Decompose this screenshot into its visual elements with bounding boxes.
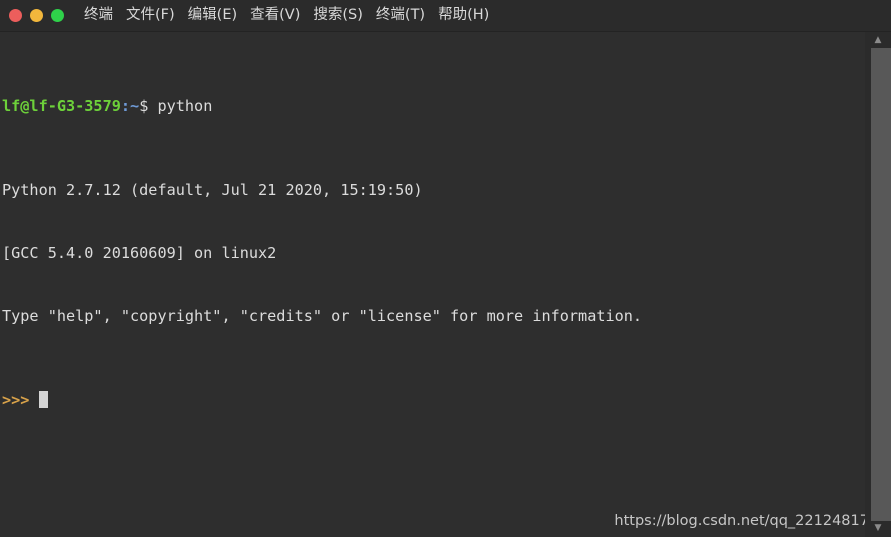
menu-item-terminal[interactable]: 终端(T) [375,6,426,25]
terminal-body[interactable]: lf@lf-G3-3579:~$ python Python 2.7.12 (d… [0,32,891,537]
shell-prompt-userhost: lf@lf-G3-3579 [2,97,121,115]
watermark-text: https://blog.csdn.net/qq_22124817 [614,513,869,529]
scrollbar-thumb[interactable] [871,48,891,521]
scrollbar-trough[interactable] [871,48,891,521]
python-prompt-space [29,391,38,409]
shell-command-text: python [148,97,213,115]
text-cursor [38,391,48,408]
terminal-screen[interactable]: lf@lf-G3-3579:~$ python Python 2.7.12 (d… [2,32,865,474]
terminal-line-output-2: Type "help", "copyright", "credits" or "… [2,307,643,325]
shell-prompt-path: ~ [130,97,140,115]
minimize-button-icon[interactable] [30,9,43,22]
terminal-line-output-1: [GCC 5.4.0 20160609] on linux2 [2,244,277,262]
terminal-line-command: lf@lf-G3-3579:~$ python [2,96,865,117]
menubar: 终端 文件(F) 编辑(E) 查看(V) 搜索(S) 终端(T) 帮助(H) [83,6,490,26]
terminal-window: 终端 文件(F) 编辑(E) 查看(V) 搜索(S) 终端(T) 帮助(H) l… [0,0,891,537]
window-controls [9,9,64,22]
menu-item-search[interactable]: 搜索(S) [312,6,364,25]
terminal-line-output-0: Python 2.7.12 (default, Jul 21 2020, 15:… [2,181,423,199]
menu-item-file[interactable]: 文件(F) [125,6,176,25]
menu-item-help[interactable]: 帮助(H) [437,6,490,25]
terminal-line-python-prompt: >>> [2,390,865,411]
titlebar: 终端 文件(F) 编辑(E) 查看(V) 搜索(S) 终端(T) 帮助(H) [0,0,891,32]
close-button-icon[interactable] [9,9,22,22]
shell-prompt-separator: : [120,97,131,115]
menu-item-view[interactable]: 查看(V) [249,6,301,25]
scroll-up-arrow-icon[interactable]: ▲ [865,33,891,48]
shell-prompt-sigil: $ [139,97,149,115]
maximize-button-icon[interactable] [51,9,64,22]
python-prompt-chevrons: >>> [2,391,30,409]
scroll-down-arrow-icon[interactable]: ▼ [865,521,891,536]
menu-item-terminal-title[interactable]: 终端 [83,6,114,25]
menu-item-edit[interactable]: 编辑(E) [187,6,238,25]
vertical-scrollbar[interactable]: ▲ ▼ [865,32,891,537]
